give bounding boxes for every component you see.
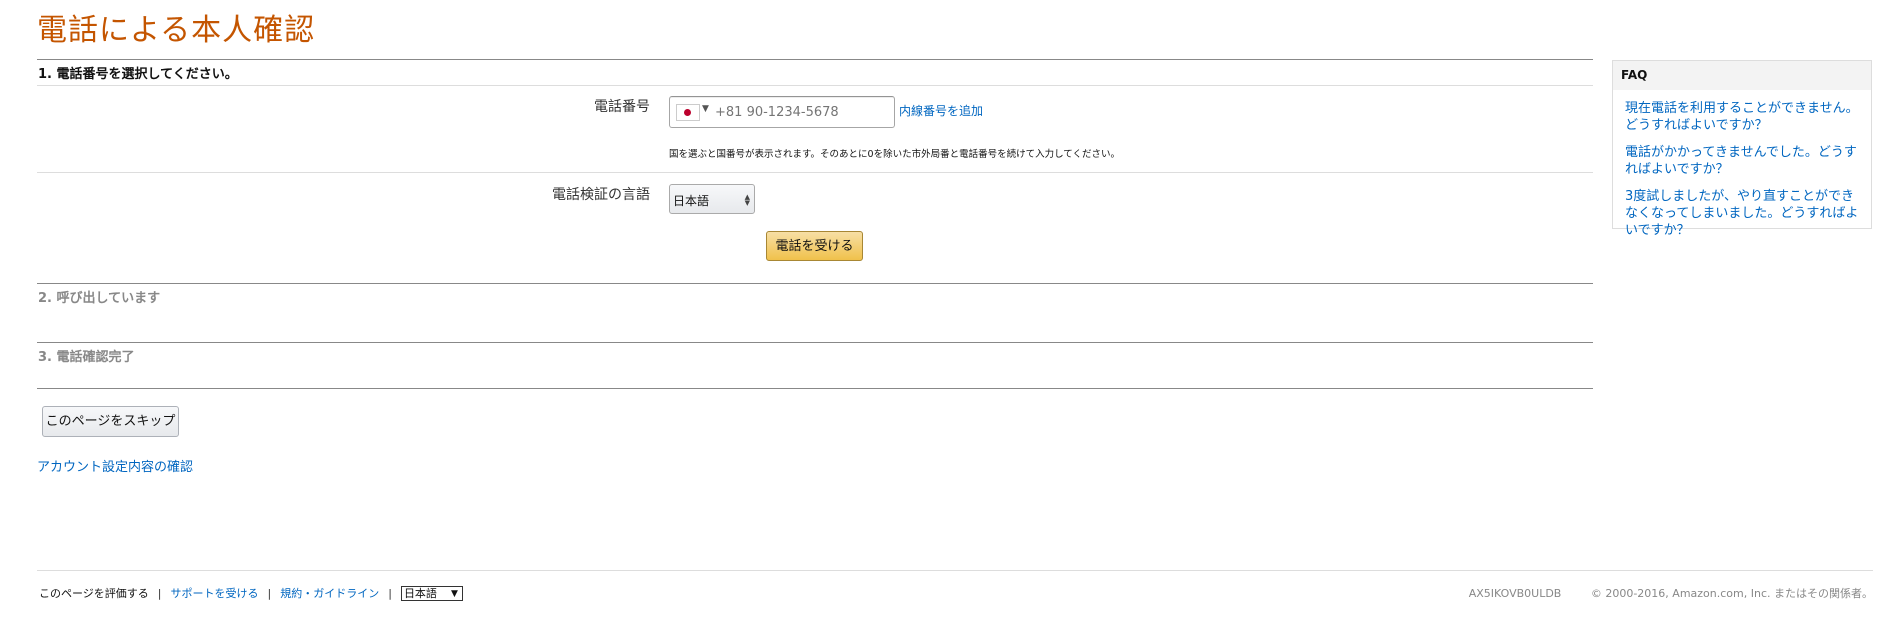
chevron-down-icon: ▼ xyxy=(702,104,709,114)
verification-form: 1. 電話番号を選択してください。 電話番号 ▼ 内線番号を追加 国を選ぶと国番… xyxy=(37,59,1593,389)
guidelines-link[interactable]: 規約・ガイドライン xyxy=(280,585,379,601)
language-label: 電話検証の言語 xyxy=(552,187,650,203)
copyright-text: © 2000-2016, Amazon.com, Inc. またはその関係者。 xyxy=(1590,587,1873,600)
select-arrows-icon: ▲ ▼ xyxy=(744,193,750,207)
step-3-heading: 3. 電話確認完了 xyxy=(37,342,1593,388)
footer-separator: | xyxy=(388,586,392,600)
session-code: AX5IKOVB0ULDB xyxy=(1468,587,1562,600)
language-select-value: 日本語 xyxy=(673,194,710,208)
step-1-heading: 1. 電話番号を選択してください。 xyxy=(37,59,1593,86)
japan-flag-icon xyxy=(676,104,700,121)
language-row: 電話検証の言語 日本語 ▲ ▼ xyxy=(37,173,1593,225)
add-extension-link[interactable]: 内線番号を追加 xyxy=(899,102,983,119)
faq-panel: FAQ 現在電話を利用することができません。どうすればよいですか？ 電話がかかっ… xyxy=(1612,60,1872,238)
chevron-down-icon: ▼ xyxy=(451,588,458,599)
section-divider xyxy=(37,388,1593,389)
faq-link-no-call[interactable]: 電話がかかってきませんでした。どうすればよいですか？ xyxy=(1613,144,1871,178)
page-title: 電話による本人確認 xyxy=(37,13,316,48)
footer-meta: AX5IKOVB0ULDB © 2000-2016, Amazon.com, I… xyxy=(1469,585,1873,601)
faq-link-retry-locked[interactable]: 3度試しましたが、やり直すことができなくなってしまいました。どうすればよいですか… xyxy=(1613,188,1871,239)
phone-hint-text: 国を選ぶと国番号が表示されます。そのあとに0を除いた市外局番と電話番号を続けて入… xyxy=(669,149,1121,160)
phone-number-field[interactable]: ▼ xyxy=(669,96,895,128)
phone-number-row: 電話番号 ▼ 内線番号を追加 国を選ぶと国番号が表示されます。そのあとに0を除い… xyxy=(37,86,1593,173)
footer-language-value: 日本語 xyxy=(403,586,437,600)
language-select[interactable]: 日本語 ▲ ▼ xyxy=(669,184,755,214)
country-selector[interactable]: ▼ xyxy=(676,104,711,121)
footer: このページを評価する | サポートを受ける | 規約・ガイドライン | 日本語 … xyxy=(37,570,1873,601)
footer-language-select[interactable]: 日本語 ▼ xyxy=(400,585,463,601)
skip-page-button[interactable]: このページをスキップ xyxy=(42,406,179,437)
footer-links: このページを評価する | サポートを受ける | 規約・ガイドライン | 日本語 … xyxy=(39,585,463,601)
receive-call-button[interactable]: 電話を受ける xyxy=(766,231,863,261)
step-2-label: 2. 呼び出しています xyxy=(38,291,161,306)
phone-number-input[interactable] xyxy=(715,102,885,122)
faq-heading: FAQ xyxy=(1613,61,1871,90)
footer-separator: | xyxy=(267,586,272,600)
phone-number-label: 電話番号 xyxy=(594,99,650,115)
step-2-heading: 2. 呼び出しています xyxy=(37,283,1593,342)
support-link[interactable]: サポートを受ける xyxy=(171,585,259,601)
faq-link-unavailable[interactable]: 現在電話を利用することができません。どうすればよいですか？ xyxy=(1613,100,1871,134)
call-button-row: 電話を受ける xyxy=(37,225,1593,283)
account-settings-link[interactable]: アカウント設定内容の確認 xyxy=(37,456,193,475)
rate-page-text[interactable]: このページを評価する xyxy=(39,585,149,601)
step-3-label: 3. 電話確認完了 xyxy=(38,350,135,365)
footer-separator: | xyxy=(157,586,162,600)
